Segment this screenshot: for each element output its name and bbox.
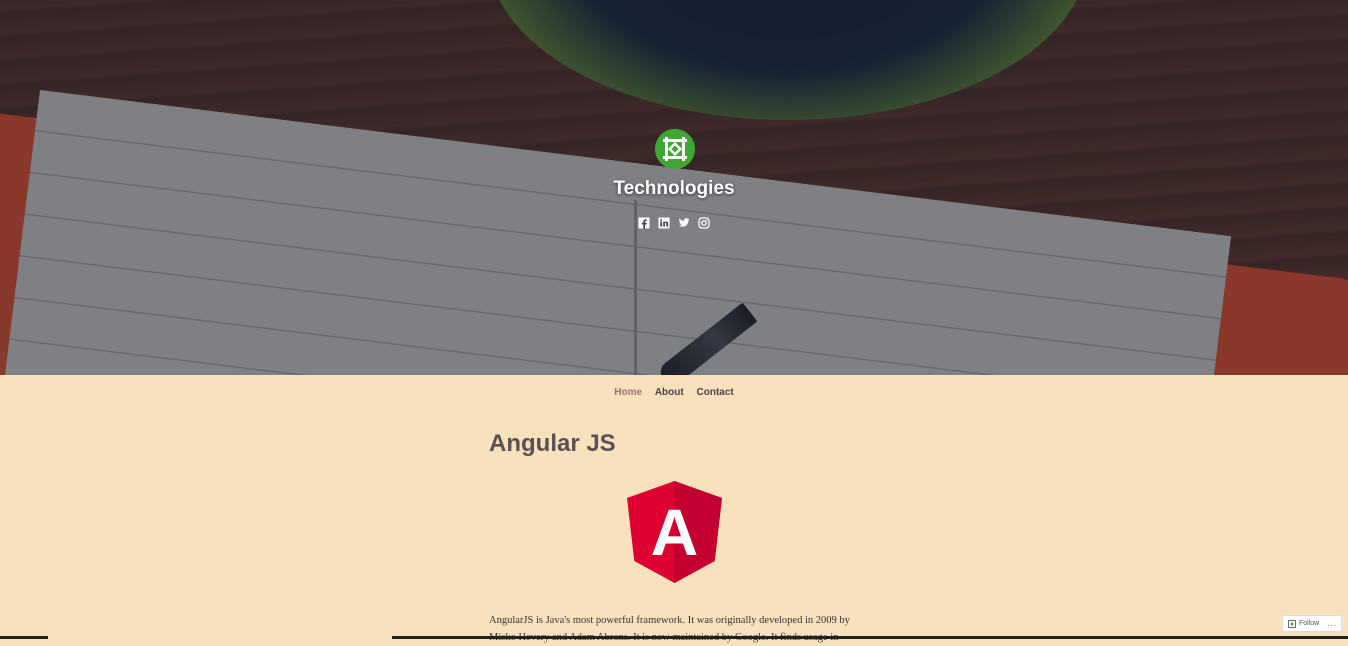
post-body-text: AngularJS is Java's most powerful framew… <box>489 615 850 643</box>
follow-icon <box>1288 619 1296 628</box>
twitter-icon[interactable] <box>678 217 690 229</box>
instagram-icon[interactable] <box>698 217 710 229</box>
nav-item-about[interactable]: About <box>655 387 684 398</box>
main-navigation: Home About Contact <box>0 387 1348 398</box>
angular-logo-image: A <box>627 481 722 583</box>
follow-button[interactable]: Follow ... <box>1282 615 1342 632</box>
site-title[interactable]: Technologies <box>0 178 1348 200</box>
more-options-icon[interactable]: ... <box>1327 619 1337 628</box>
nav-item-contact[interactable]: Contact <box>697 387 734 398</box>
follow-label: Follow <box>1299 620 1320 627</box>
post-title[interactable]: Angular JS <box>489 430 616 458</box>
nav-item-home[interactable]: Home <box>614 387 642 398</box>
facebook-icon[interactable] <box>638 217 650 229</box>
social-links <box>638 217 710 231</box>
angular-logo-letter: A <box>651 495 699 569</box>
site-logo-icon[interactable] <box>655 129 695 169</box>
linkedin-icon[interactable] <box>658 217 670 229</box>
